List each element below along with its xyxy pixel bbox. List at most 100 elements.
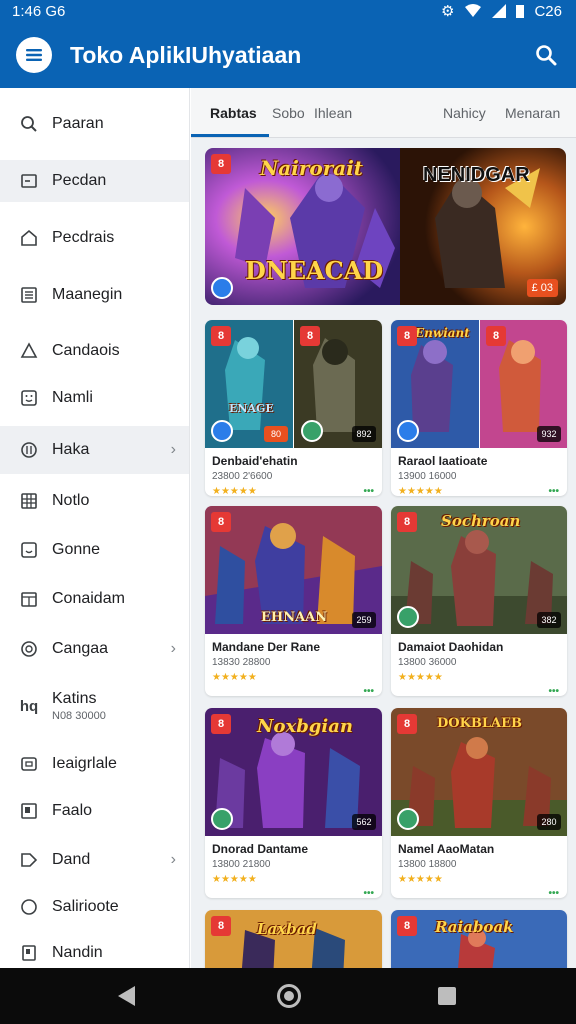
sidebar-item-gonne[interactable]: Gonne [0, 526, 189, 574]
app-card-rating: ★★★★★ [212, 874, 257, 885]
grid-icon [18, 490, 40, 512]
square-icon [18, 170, 40, 192]
app-card-meta: 13800 18800 [398, 859, 457, 870]
app-card-title: Dnorad Dantame [212, 842, 309, 856]
recent-apps-icon[interactable] [438, 987, 456, 1005]
settings-status-icon: ⚙ [441, 3, 455, 20]
app-card-image: Laxbad 8 [205, 910, 382, 968]
chevron-right-icon: › [170, 640, 176, 657]
app-card-more-icon[interactable]: ••• [548, 686, 559, 696]
app-card[interactable]: Noxbgian 8 562 Dnorad Dantame 13800 2180… [205, 708, 382, 898]
app-card-badge: 8 [397, 714, 417, 734]
banner-left-title: DNEACAD [245, 256, 384, 285]
category-tabs: Rabtas Sobo Ihlean Nahicy Menaran [191, 88, 576, 138]
signal-icon [492, 4, 507, 18]
app-card-meta: 23800 2'6600 [212, 471, 273, 482]
app-card-corner-badge: 259 [352, 612, 376, 628]
sidebar-item-nandin[interactable]: Nandin [0, 929, 189, 968]
app-card-corner-badge: 280 [537, 814, 561, 830]
app-card-corner-badge: 80 [264, 426, 288, 442]
app-card-rating: ★★★★★ [398, 486, 443, 496]
app-card-more-icon[interactable]: ••• [363, 686, 374, 696]
app-card-corner-badge: 562 [352, 814, 376, 830]
triangle-icon [18, 340, 40, 362]
app-card-badge: 8 [397, 512, 417, 532]
sidebar-item-pecdrais[interactable]: Pecdrais [0, 214, 189, 262]
app-card-artwork [205, 910, 382, 968]
featured-banner[interactable]: DNEACAD Nairorait NENIDGAR 8 £ 03 [205, 148, 566, 305]
app-card-title: Namel AaoMatan [398, 842, 495, 856]
box-icon [18, 753, 40, 775]
ring-icon [18, 638, 40, 660]
banner-right-title: NENIDGAR [423, 164, 530, 186]
status-time-value: 1:46 [12, 2, 42, 20]
app-card[interactable]: Sochroan 8 382 Damaiot Daohidan 13800 36… [391, 506, 567, 696]
search-icon [18, 113, 40, 135]
sidebar-item-label: Pecdrais [52, 229, 115, 246]
tab-ihlean[interactable]: Ihlean [314, 105, 352, 121]
sidebar-item-label: Pecdan [52, 172, 107, 189]
sidebar-item-label: Maanegin [52, 286, 123, 303]
app-card[interactable]: DOKBLAEB 8 280 Namel AaoMatan 13800 1880… [391, 708, 567, 898]
sidebar-item-ieaigrlale[interactable]: Ieaigrlale [0, 740, 189, 788]
app-title: Toko AplikIUhyatiaan [70, 41, 302, 68]
circle-outline-icon [18, 896, 40, 918]
app-card-meta: 13900 16000 [398, 471, 457, 482]
sidebar-item-haka[interactable]: Haka › [0, 426, 189, 474]
status-right-text: C26 [534, 2, 562, 20]
sidebar-item-maanegin[interactable]: Maanegin [0, 271, 189, 319]
sidebar-item-katins[interactable]: hq Katins N08 30000 [0, 679, 189, 733]
sidebar-item-sublabel: N08 30000 [52, 710, 106, 722]
home-button-icon[interactable] [277, 984, 301, 1008]
app-card-meta: 13800 21800 [212, 859, 271, 870]
tab-rabtas[interactable]: Rabtas [210, 105, 257, 121]
app-card-more-icon[interactable]: ••• [363, 486, 374, 496]
app-card-title: Denbaid'ehatin [212, 454, 298, 468]
app-card-badge: 8 [300, 326, 320, 346]
search-button[interactable] [532, 41, 560, 69]
app-card-more-icon[interactable]: ••• [548, 888, 559, 898]
app-card-art-text: Raiaboak [435, 918, 514, 936]
app-card-art-text: Enwiant [415, 326, 470, 340]
app-card[interactable]: Raiaboak 8 [391, 910, 567, 968]
app-card-more-icon[interactable]: ••• [363, 888, 374, 898]
app-card[interactable]: ENAGE 8 8 80 892 Denbaid'ehatin 23800 2'… [205, 320, 382, 496]
back-icon[interactable] [118, 986, 135, 1006]
sidebar-item-candaois[interactable]: Candaois [0, 327, 189, 375]
wifi-icon [465, 4, 482, 17]
sidebar-item-notlo[interactable]: Notlo [0, 477, 189, 525]
sidebar-item-conaidam[interactable]: Conaidam [0, 575, 189, 623]
app-card-title: Raraol Iaatioate [398, 454, 488, 468]
app-card-icon [301, 420, 323, 442]
sidebar-item-pecdan[interactable]: Pecdan [0, 160, 189, 202]
menu-button[interactable] [16, 37, 52, 73]
banner-left-subtitle: Nairorait [260, 156, 364, 180]
sidebar-item-paaran[interactable]: Paaran [0, 100, 189, 148]
tab-menaran[interactable]: Menaran [505, 105, 560, 121]
app-bar: Toko AplikIUhyatiaan [0, 22, 576, 88]
app-card[interactable]: EHNAAN 8 259 Mandane Der Rane 13830 2880… [205, 506, 382, 696]
banner-price-badge[interactable]: £ 03 [526, 279, 558, 297]
sidebar-item-salirioote[interactable]: Salirioote [0, 883, 189, 931]
app-card[interactable]: Laxbad 8 [205, 910, 382, 968]
list-icon [18, 284, 40, 306]
banner-app-icon [211, 277, 233, 299]
app-card-badge: 8 [211, 714, 231, 734]
sidebar-item-label: Katins N08 30000 [52, 690, 106, 722]
app-card-image: Sochroan 8 382 [391, 506, 567, 634]
sidebar-item-cangaa[interactable]: Cangaa › [0, 625, 189, 673]
sidebar-item-namli[interactable]: Namli [0, 374, 189, 422]
app-card-icon [397, 420, 419, 442]
frame-icon [18, 800, 40, 822]
tab-nahicy[interactable]: Nahicy [443, 105, 486, 121]
app-card[interactable]: Enwiant 8 8 932 Raraol Iaatioate 13900 1… [391, 320, 567, 496]
app-card-icon [211, 420, 233, 442]
tab-sobo[interactable]: Sobo [272, 105, 305, 121]
sidebar-item-faalo[interactable]: Faalo [0, 787, 189, 835]
status-time-suffix: G6 [45, 2, 66, 20]
circle-icon [18, 439, 40, 461]
app-card-art-text: Laxbad [257, 920, 317, 938]
sidebar-item-dand[interactable]: Dand › [0, 836, 189, 884]
app-card-more-icon[interactable]: ••• [548, 486, 559, 496]
doc-icon [18, 942, 40, 964]
